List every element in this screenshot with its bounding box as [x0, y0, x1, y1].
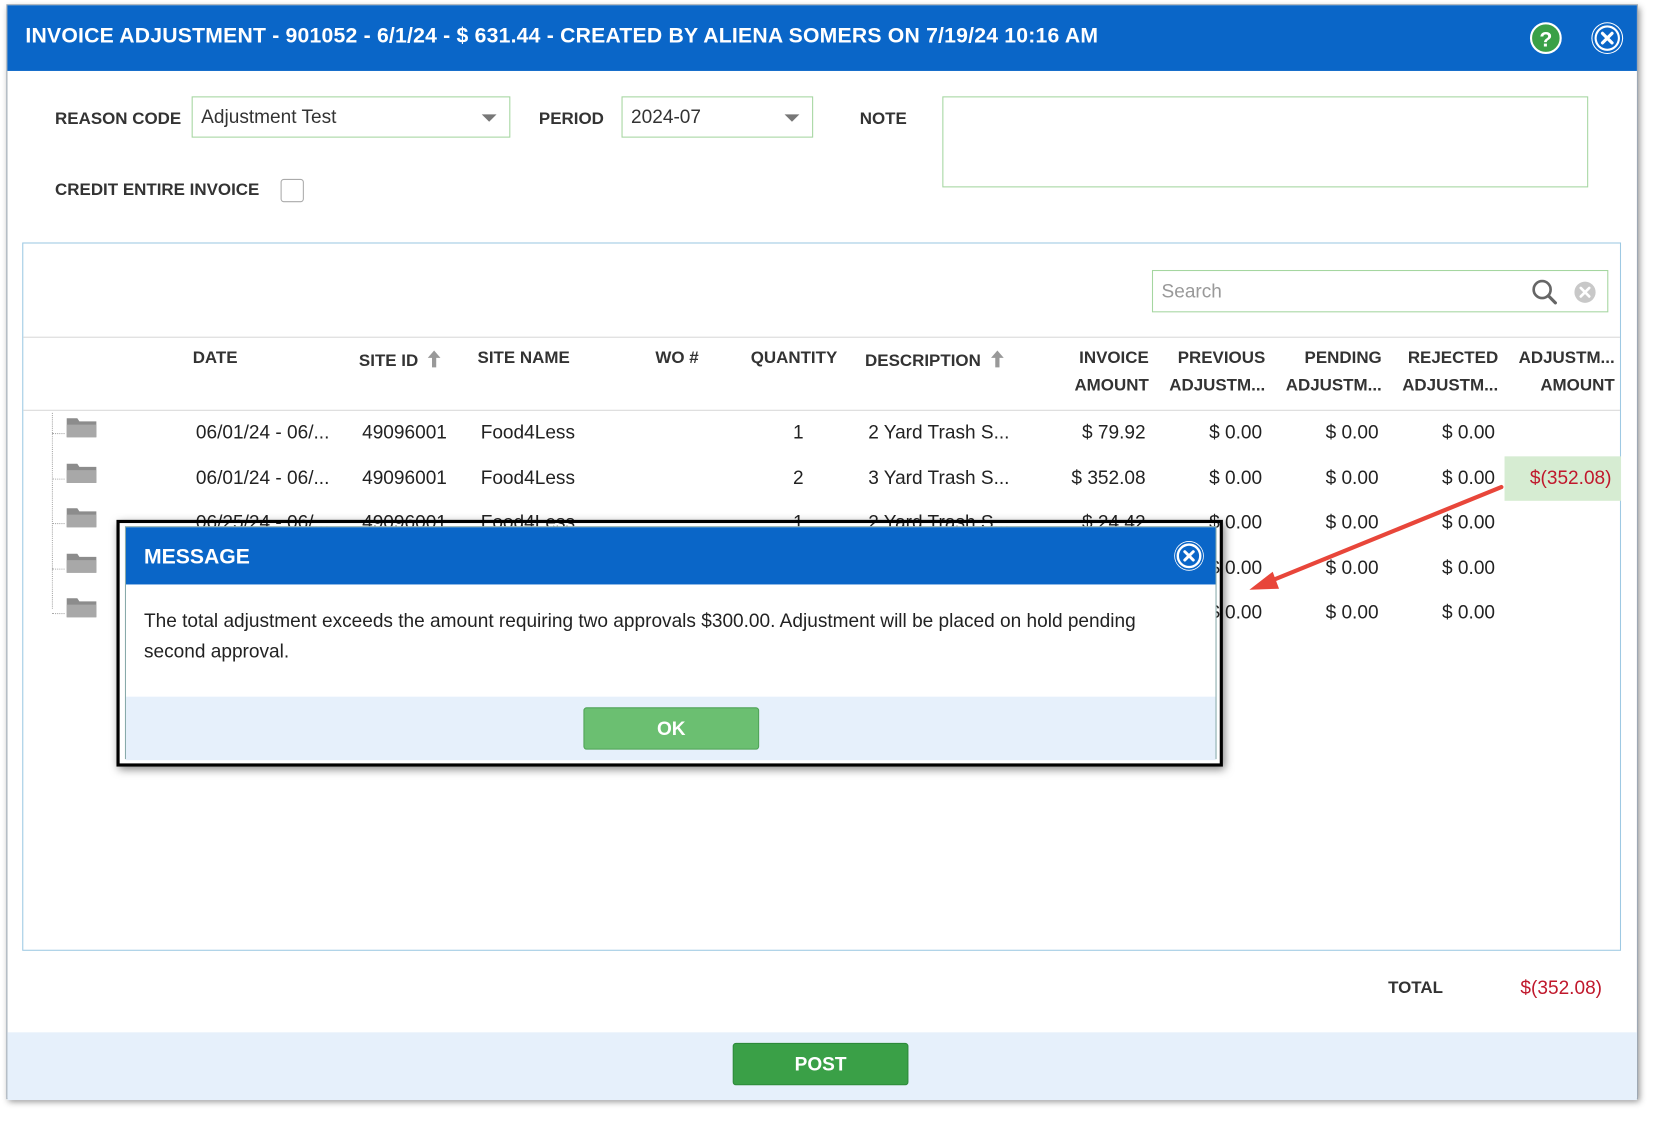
cell-quantity: 1: [793, 421, 804, 443]
search-input[interactable]: Search: [1151, 269, 1609, 313]
message-body: The total adjustment exceeds the amount …: [143, 609, 1136, 662]
clear-icon[interactable]: [1573, 281, 1596, 310]
reason-code-label: REASON CODE: [55, 110, 182, 129]
rejected-header-line2: ADJUSTM...: [1402, 376, 1499, 395]
folder-icon[interactable]: [66, 550, 98, 579]
tree-connector: [51, 433, 65, 435]
column-header-rejected-adjustments[interactable]: REJECTED ADJUSTM...: [1391, 349, 1498, 396]
pending-header-line2: ADJUSTM...: [1285, 376, 1382, 395]
cell-site-id: 49096001: [362, 421, 447, 443]
reason-code-select[interactable]: Adjustment Test: [191, 96, 511, 138]
close-icon[interactable]: [1174, 541, 1204, 571]
tree-connector: [51, 523, 65, 525]
adjust-header-line1: ADJUSTM...: [1518, 349, 1615, 368]
cell-description: 3 Yard Trash S...: [868, 466, 1010, 488]
cell-pending-adjustment: $ 0.00: [1325, 601, 1379, 623]
folder-icon[interactable]: [66, 505, 98, 534]
header-top-divider: [23, 336, 1620, 338]
message-title-bar: MESSAGE: [125, 527, 1216, 585]
pending-header-line1: PENDING: [1304, 349, 1382, 368]
cell-date: 06/01/24 - 06/...: [195, 421, 330, 443]
credit-entire-invoice-checkbox[interactable]: [280, 178, 304, 203]
period-value: 2024-07: [631, 105, 701, 128]
post-button[interactable]: POST: [732, 1042, 909, 1086]
rejected-header-line1: REJECTED: [1407, 349, 1499, 368]
cell-site-id: 49096001: [362, 466, 447, 488]
cell-previous-adjustment: $ 0.00: [1209, 421, 1263, 443]
cell-rejected-adjustment: $ 0.00: [1442, 421, 1496, 443]
cell-adjustment-amount[interactable]: $(352.08): [1506, 466, 1612, 488]
cell-invoice-amount: $ 352.08: [1071, 466, 1146, 488]
footer-bar: POST: [7, 1032, 1637, 1101]
cell-quantity: 2: [793, 466, 804, 488]
site-id-header-label: SITE ID: [358, 352, 419, 371]
cell-date: 06/01/24 - 06/...: [195, 466, 330, 488]
invoice-header-line2: AMOUNT: [1074, 376, 1149, 395]
column-header-date[interactable]: DATE: [193, 349, 238, 368]
cell-pending-adjustment: $ 0.00: [1325, 421, 1379, 443]
column-header-site-id[interactable]: SITE ID: [359, 349, 442, 373]
period-select[interactable]: 2024-07: [621, 96, 814, 138]
cell-invoice-amount: $ 79.92: [1082, 421, 1146, 443]
tree-connector: [51, 613, 65, 615]
cell-rejected-adjustment: $ 0.00: [1442, 601, 1496, 623]
sort-up-icon: [427, 349, 442, 373]
note-textarea[interactable]: [942, 96, 1589, 188]
ok-button[interactable]: OK: [583, 707, 760, 750]
message-title: MESSAGE: [143, 545, 250, 569]
sort-up-icon: [990, 349, 1005, 373]
description-header-label: DESCRIPTION: [865, 352, 981, 371]
column-header-quantity[interactable]: QUANTITY: [751, 349, 838, 368]
cell-site-name: Food4Less: [480, 466, 575, 488]
cell-description: 2 Yard Trash S...: [868, 421, 1010, 443]
message-dialog-frame: MESSAGE The total adjustment exceeds the…: [116, 519, 1223, 767]
caret-down-icon: [481, 114, 497, 122]
help-icon[interactable]: ?: [1529, 22, 1562, 54]
message-dialog: MESSAGE The total adjustment exceeds the…: [124, 526, 1217, 761]
window-title: INVOICE ADJUSTMENT - 901052 - 6/1/24 - $…: [25, 24, 1099, 48]
invoice-header-line1: INVOICE: [1079, 349, 1149, 368]
search-placeholder: Search: [1161, 280, 1222, 302]
tree-connector: [51, 478, 65, 480]
previous-header-line1: PREVIOUS: [1177, 349, 1266, 368]
adjust-header-line2: AMOUNT: [1540, 376, 1615, 395]
previous-header-line2: ADJUSTM...: [1169, 376, 1266, 395]
credit-entire-invoice-label: CREDIT ENTIRE INVOICE: [55, 181, 260, 200]
tree-connector: [51, 568, 65, 570]
column-header-wo[interactable]: WO #: [655, 349, 698, 368]
close-icon[interactable]: [1591, 22, 1624, 54]
table-row[interactable]: 06/01/24 - 06/... 49096001 Food4Less 1 2 Yar…: [23, 411, 1620, 455]
column-header-pending-adjustments[interactable]: PENDING ADJUSTM...: [1275, 349, 1382, 396]
cell-site-name: Food4Less: [480, 421, 575, 443]
total-value: $(352.08): [1520, 977, 1603, 999]
column-header-description[interactable]: DESCRIPTION: [865, 349, 1005, 373]
column-header-invoice-amount[interactable]: INVOICE AMOUNT: [1066, 349, 1149, 396]
folder-icon[interactable]: [66, 460, 98, 489]
column-header-adjustment-amount[interactable]: ADJUSTM... AMOUNT: [1506, 349, 1615, 396]
folder-icon[interactable]: [66, 415, 98, 444]
note-label: NOTE: [859, 110, 907, 129]
folder-icon[interactable]: [66, 595, 98, 624]
column-header-previous-adjustments[interactable]: PREVIOUS ADJUSTM...: [1158, 349, 1265, 396]
message-footer: OK: [125, 696, 1216, 761]
period-label: PERIOD: [538, 110, 604, 129]
column-header-site-name[interactable]: SITE NAME: [478, 349, 570, 368]
search-icon[interactable]: [1531, 278, 1559, 311]
annotation-arrow: [1249, 484, 1504, 590]
caret-down-icon: [784, 114, 800, 122]
total-label: TOTAL: [1388, 979, 1443, 998]
reason-code-value: Adjustment Test: [201, 105, 337, 128]
title-bar: INVOICE ADJUSTMENT - 901052 - 6/1/24 - $…: [7, 5, 1637, 71]
